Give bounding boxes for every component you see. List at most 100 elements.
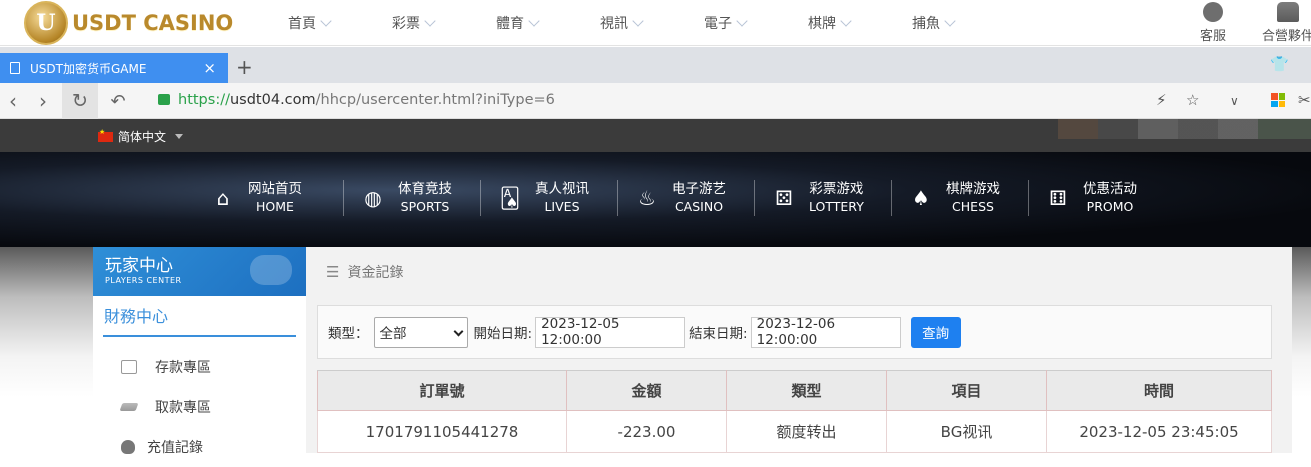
hero-nav-lottery[interactable]: ⚄ 彩票游戏 LOTTERY [754, 180, 891, 216]
language-selector[interactable]: 简体中文 [98, 128, 184, 145]
fund-records-table: 訂單號 金額 類型 項目 時間 1701791105441278 -223.00… [317, 370, 1272, 453]
top-nav-label: 首頁 [288, 16, 316, 32]
hero-nav-en: CHESS [952, 199, 994, 214]
close-icon[interactable]: × [203, 59, 216, 77]
cell-amount: -223.00 [566, 410, 727, 453]
hamburger-menu-icon: ☰ [326, 262, 340, 281]
tab-title: USDT加密货币GAME [30, 61, 147, 76]
end-date-input[interactable]: 2023-12-06 12:00:00 [750, 316, 901, 348]
panel-header: ☰ 資金記錄 [306, 247, 1292, 296]
lightning-icon[interactable]: ⚡ [1156, 91, 1167, 109]
browser-tab-bar: USDT加密货币GAME × + 👕 [0, 47, 1311, 83]
new-tab-button[interactable]: + [236, 55, 253, 79]
top-nav-item-fishing[interactable]: 捕魚 [912, 0, 1016, 46]
chevron-down-icon [632, 14, 644, 27]
back-arrow-icon[interactable]: ‹ [4, 83, 22, 119]
usdt-casino-logo[interactable]: U USDT CASINO [24, 1, 234, 45]
hero-nav-casino[interactable]: ♨ 电子游艺 CASINO [617, 180, 754, 216]
player-center-sidebar: 玩家中心 PLAYERS CENTER 財務中心 存款專區 取款專區 充值記錄 [93, 247, 306, 456]
top-nav-label: 棋牌 [808, 16, 836, 32]
hero-nav-en: CASINO [674, 199, 724, 214]
chevron-down-icon[interactable]: ∨ [1230, 94, 1239, 108]
hero-nav-lives[interactable]: 🂡 真人视讯 LIVES [480, 180, 617, 216]
gift-icon: ⚅ [1049, 186, 1067, 210]
top-nav-item-home[interactable]: 首頁 [288, 0, 392, 46]
cards-icon: 🂡 [499, 186, 521, 210]
skin-shirt-icon[interactable]: 👕 [1270, 55, 1289, 73]
top-nav-label: 捕魚 [912, 16, 940, 32]
hero-nav-sports[interactable]: ◍ 体育竞技 SPORTS [343, 180, 480, 216]
start-date-input[interactable]: 2023-12-05 12:00:00 [535, 316, 686, 348]
sidebar-item-recharge-records[interactable]: 充值記錄 [93, 427, 306, 467]
hero-nav-en: LOTTERY [809, 199, 864, 214]
reload-icon[interactable]: ↻ [62, 83, 98, 119]
hero-nav-zh: 优惠活动 [1083, 181, 1137, 197]
col-amount: 金額 [566, 370, 727, 411]
top-nav-label: 體育 [496, 16, 524, 32]
type-select[interactable]: 全部 [373, 316, 468, 348]
start-date-label: 開始日期: [473, 326, 533, 342]
top-nav-item-live[interactable]: 視訊 [600, 0, 704, 46]
hero-nav-zh: 体育竞技 [398, 181, 452, 197]
filter-bar: 類型： 全部 開始日期: 2023-12-05 12:00:00 結束日期: 2… [317, 305, 1272, 359]
hero-nav-zh: 网站首页 [248, 181, 302, 197]
end-date-label: 結束日期: [689, 326, 748, 342]
hero-nav-home[interactable]: ⌂ 网站首页 HOME [206, 180, 343, 216]
hero-nav-zh: 彩票游戏 [809, 181, 864, 197]
top-nav-label: 彩票 [392, 16, 420, 32]
forward-arrow-icon[interactable]: › [34, 83, 52, 119]
col-order-number: 訂單號 [317, 370, 567, 411]
finance-center-heading: 財務中心 [103, 303, 296, 337]
browser-tab-active[interactable]: USDT加密货币GAME × [0, 53, 228, 83]
chevron-down-icon [424, 14, 436, 27]
cash-icon [119, 403, 139, 411]
china-flag-icon [98, 128, 113, 142]
sidebar-item-label: 取款專區 [155, 400, 211, 416]
top-nav-label: 視訊 [600, 16, 628, 32]
table-row: 1701791105441278 -223.00 额度转出 BG视讯 2023-… [317, 410, 1272, 453]
scissors-icon[interactable]: ✂ [1298, 91, 1311, 109]
type-select-value: 全部 [379, 326, 407, 342]
url-field[interactable]: https://usdt04.com/hhcp/usercenter.html?… [158, 92, 555, 108]
hero-nav-promo[interactable]: ⚅ 优惠活动 PROMO [1028, 180, 1165, 216]
top-nav-item-sports[interactable]: 體育 [496, 0, 600, 46]
undo-close-icon[interactable]: ↶ [106, 83, 130, 119]
caret-down-icon [175, 134, 184, 139]
hero-nav-en: PROMO [1086, 199, 1134, 214]
money-bag-icon [121, 440, 135, 454]
language-bar: 简体中文 [0, 119, 1311, 152]
chevron-down-icon [736, 14, 748, 27]
top-nav-item-slots[interactable]: 電子 [704, 0, 808, 46]
spade-icon: ♠ [912, 186, 930, 210]
sports-ball-icon: ◍ [364, 186, 382, 210]
top-nav-item-lottery[interactable]: 彩票 [392, 0, 496, 46]
top-nav-items: 首頁 彩票 體育 視訊 電子 棋牌 捕魚 [288, 0, 1016, 46]
language-label: 简体中文 [118, 130, 167, 144]
sidebar-item-deposit[interactable]: 存款專區 [93, 347, 306, 387]
hero-nav-en: HOME [256, 199, 294, 214]
top-nav-item-chess[interactable]: 棋牌 [808, 0, 912, 46]
slot-icon: ♨ [638, 186, 656, 210]
hero-nav-zh: 电子游艺 [672, 181, 726, 197]
query-button[interactable]: 查詢 [910, 316, 961, 348]
chat-bubble-icon [1203, 2, 1223, 22]
customer-service-link[interactable]: 客服 [1200, 2, 1226, 44]
service-label: 客服 [1200, 29, 1227, 44]
col-time: 時間 [1046, 370, 1272, 411]
url-host: usdt04.com [229, 92, 316, 108]
hero-nav-chess[interactable]: ♠ 棋牌游戏 CHESS [891, 180, 1028, 216]
col-item: 項目 [886, 370, 1047, 411]
hero-nav-zh: 真人视讯 [535, 181, 589, 197]
apps-grid-icon[interactable] [1271, 93, 1285, 107]
top-nav-label: 電子 [704, 16, 732, 32]
main-category-nav: ⌂ 网站首页 HOME ◍ 体育竞技 SPORTS 🂡 真人视讯 LIVES ♨ 电子… [206, 180, 1165, 216]
cell-time: 2023-12-05 23:45:05 [1046, 410, 1272, 453]
sidebar-item-withdraw[interactable]: 取款專區 [93, 387, 306, 427]
logo-text: USDT CASINO [72, 11, 234, 35]
partners-icon [1277, 2, 1299, 22]
type-label: 類型： [328, 326, 369, 342]
partner-label: 合營夥伴 [1262, 29, 1311, 44]
url-scheme: https:// [178, 92, 230, 108]
partner-link[interactable]: 合營夥伴 [1262, 2, 1311, 44]
star-bookmark-icon[interactable]: ☆ [1186, 91, 1199, 109]
